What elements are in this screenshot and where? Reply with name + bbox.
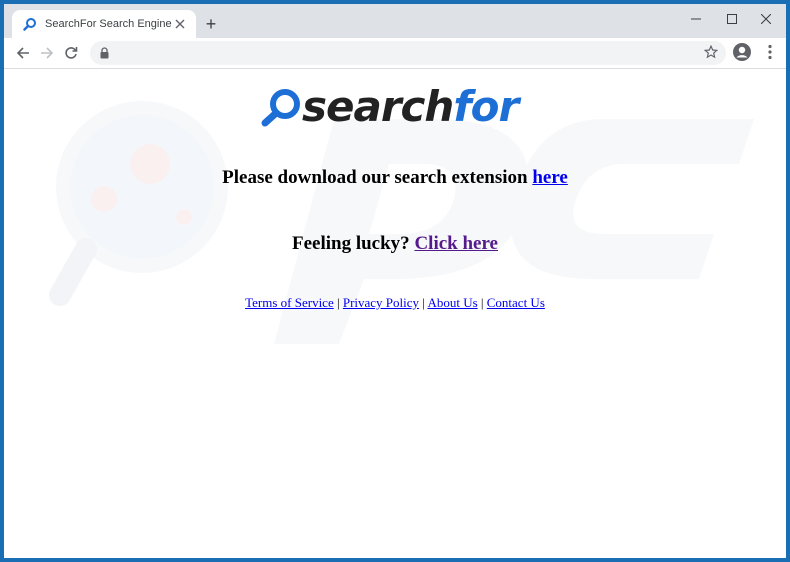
about-us-link[interactable]: About Us [427, 295, 477, 310]
footer-separator: | [336, 295, 340, 310]
click-here-link[interactable]: Click here [414, 233, 498, 254]
forward-button[interactable] [36, 42, 58, 64]
download-prompt: Please download our search extension her… [4, 167, 786, 189]
star-icon[interactable] [703, 44, 719, 64]
tab-searchfor[interactable]: SearchFor Search Engine [12, 10, 196, 38]
search-favicon-icon [22, 16, 38, 32]
lock-icon [100, 46, 109, 64]
browser-toolbar [4, 38, 786, 69]
tab-title: SearchFor Search Engine [45, 18, 172, 30]
logo-wordmark: searchfor [302, 86, 519, 128]
close-window-button[interactable] [744, 6, 786, 32]
privacy-policy-link[interactable]: Privacy Policy [343, 295, 419, 310]
new-tab-button[interactable]: + [202, 13, 220, 34]
contact-us-link[interactable]: Contact Us [487, 295, 545, 310]
close-icon [761, 14, 771, 24]
tab-strip: SearchFor Search Engine + [4, 4, 786, 38]
download-here-link[interactable]: here [532, 167, 568, 188]
menu-icon[interactable] [760, 42, 780, 67]
lucky-text: Feeling lucky? [291, 233, 415, 254]
footer-separator: | [480, 295, 484, 310]
page-content: searchfor Please download our search ext… [4, 69, 786, 558]
searchfor-logo: searchfor [260, 81, 519, 133]
logo-text-for: for [453, 82, 519, 131]
lucky-prompt: Feeling lucky? Click here [4, 233, 786, 255]
maximize-icon [727, 14, 737, 24]
tab-close-icon[interactable] [172, 16, 188, 32]
back-button[interactable] [12, 42, 34, 64]
back-arrow-icon [16, 47, 29, 59]
pcrisk-watermark [49, 101, 754, 344]
browser-window: SearchFor Search Engine + searchfor Plea… [4, 4, 786, 558]
footer-links: Terms of Service | Privacy Policy | Abou… [4, 295, 786, 311]
reload-icon [65, 47, 78, 59]
minimize-icon [691, 18, 701, 20]
reload-button[interactable] [60, 42, 82, 64]
terms-of-service-link[interactable]: Terms of Service [245, 295, 334, 310]
footer-separator: | [422, 295, 425, 310]
plus-icon: + [205, 13, 217, 34]
download-text: Please download our search extension [222, 167, 533, 188]
forward-arrow-icon [41, 47, 54, 59]
address-bar[interactable] [90, 41, 726, 65]
magnifier-logo-icon [261, 89, 300, 127]
profile-icon[interactable] [732, 42, 752, 67]
logo-text-search: search [302, 82, 454, 131]
